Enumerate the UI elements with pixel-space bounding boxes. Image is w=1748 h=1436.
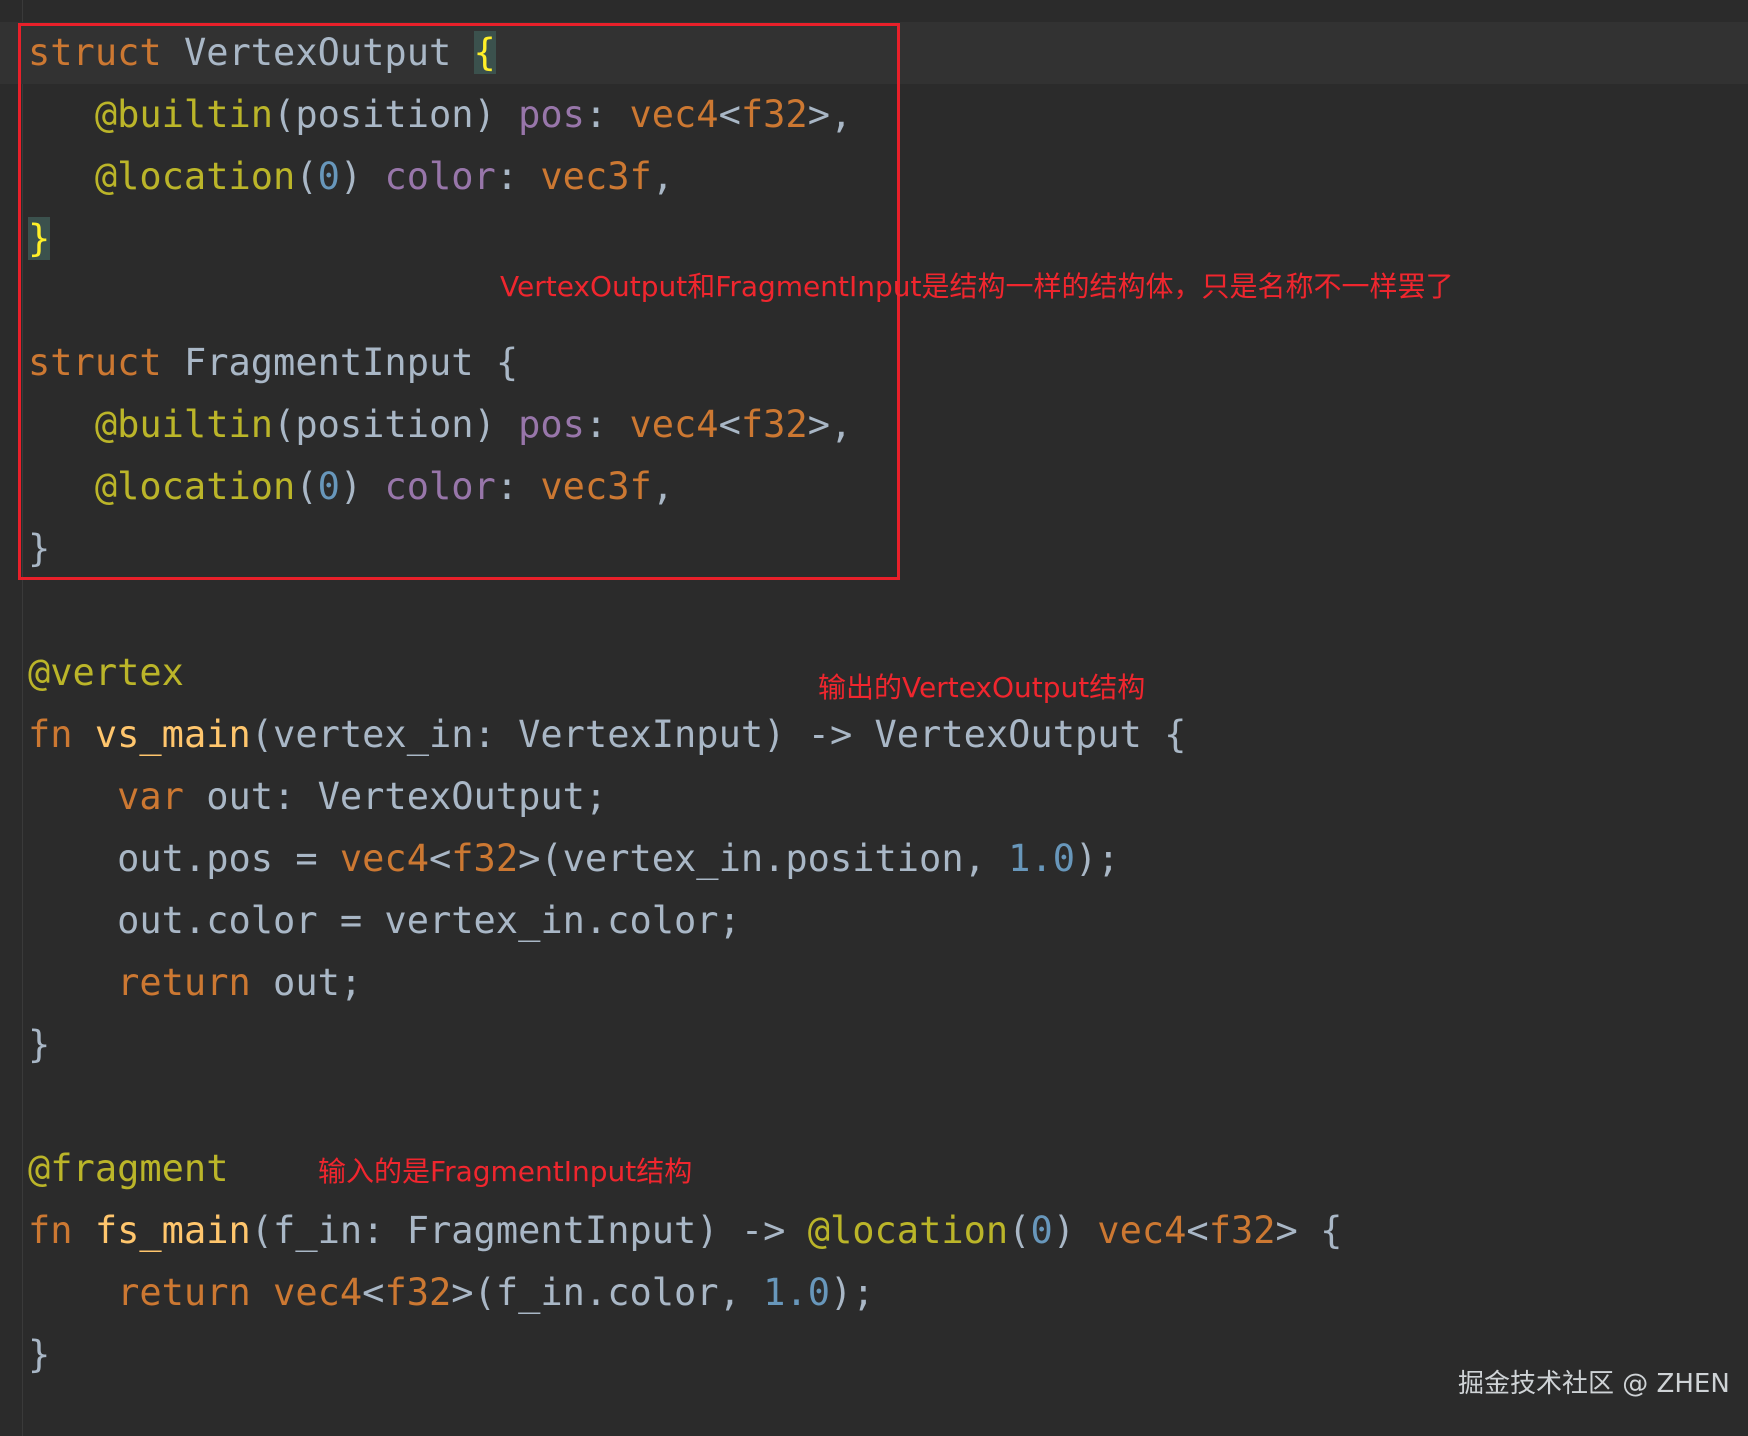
type-name: f32: [1208, 1209, 1276, 1252]
code-line-19[interactable]: @fragment: [28, 1138, 228, 1200]
watermark: 掘金技术社区 @ ZHEN: [1458, 1369, 1730, 1399]
number-literal: 1.0: [763, 1271, 830, 1314]
code-line-21[interactable]: return vec4<f32>(f_in.color, 1.0);: [28, 1262, 875, 1324]
type-name: vec4: [1097, 1209, 1187, 1252]
code-line-20[interactable]: fn fs_main(f_in: FragmentInput) -> @loca…: [28, 1200, 1342, 1262]
code-token: (f_in: FragmentInput) ->: [250, 1209, 808, 1252]
keyword-return: return: [117, 961, 251, 1004]
type-name: f32: [451, 837, 519, 880]
attribute-location: @location: [807, 1209, 1009, 1252]
keyword-fn: fn: [28, 1209, 73, 1252]
code-token: ): [1052, 1209, 1098, 1252]
code-token: (vertex_in: VertexInput) -> VertexOutput…: [250, 713, 1187, 756]
type-name: vec4: [339, 837, 429, 880]
code-line-14[interactable]: out.pos = vec4<f32>(vertex_in.position, …: [28, 828, 1120, 890]
code-token: }: [28, 1333, 51, 1376]
type-name: vec4: [273, 1271, 363, 1314]
code-token: <: [362, 1271, 385, 1314]
type-name: f32: [384, 1271, 452, 1314]
code-token: >(f_in.color,: [451, 1271, 764, 1314]
code-token: }: [28, 1023, 51, 1066]
function-name: vs_main: [94, 713, 251, 756]
code-line-11[interactable]: @vertex: [28, 642, 184, 704]
code-token: <: [428, 837, 452, 880]
keyword-fn: fn: [28, 713, 73, 756]
keyword-return: return: [117, 1271, 251, 1314]
code-token: );: [1075, 837, 1120, 880]
code-token: out;: [273, 961, 363, 1004]
code-line-15[interactable]: out.color = vertex_in.color;: [28, 890, 741, 952]
code-token: out: VertexOutput;: [206, 775, 608, 818]
fragment-annotation: 输入的是FragmentInput结构: [318, 1155, 693, 1188]
attribute-fragment: @fragment: [28, 1147, 229, 1190]
code-token: > {: [1275, 1209, 1343, 1252]
keyword-var: var: [117, 775, 184, 818]
function-name: fs_main: [94, 1209, 251, 1252]
struct-annotation: VertexOutput和FragmentInput是结构一样的结构体，只是名称…: [500, 270, 1454, 303]
code-line-13[interactable]: var out: VertexOutput;: [28, 766, 607, 828]
code-line-17[interactable]: }: [28, 1014, 50, 1076]
code-editor[interactable]: struct VertexOutput { @builtin(position)…: [0, 0, 1748, 1436]
code-token: out.pos =: [117, 837, 340, 880]
code-line-12[interactable]: fn vs_main(vertex_in: VertexInput) -> Ve…: [28, 704, 1186, 766]
code-line-22[interactable]: }: [28, 1324, 50, 1386]
number-literal: 0: [1030, 1209, 1053, 1252]
code-token: >(vertex_in.position,: [518, 837, 1009, 880]
code-token: out.color = vertex_in.color;: [117, 899, 741, 942]
code-token: (: [1008, 1209, 1031, 1252]
attribute-vertex: @vertex: [28, 651, 184, 694]
code-token: <: [1186, 1209, 1209, 1252]
code-line-16[interactable]: return out;: [28, 952, 362, 1014]
code-token: );: [829, 1271, 875, 1314]
number-literal: 1.0: [1008, 837, 1075, 880]
vertex-annotation: 输出的VertexOutput结构: [818, 671, 1146, 704]
